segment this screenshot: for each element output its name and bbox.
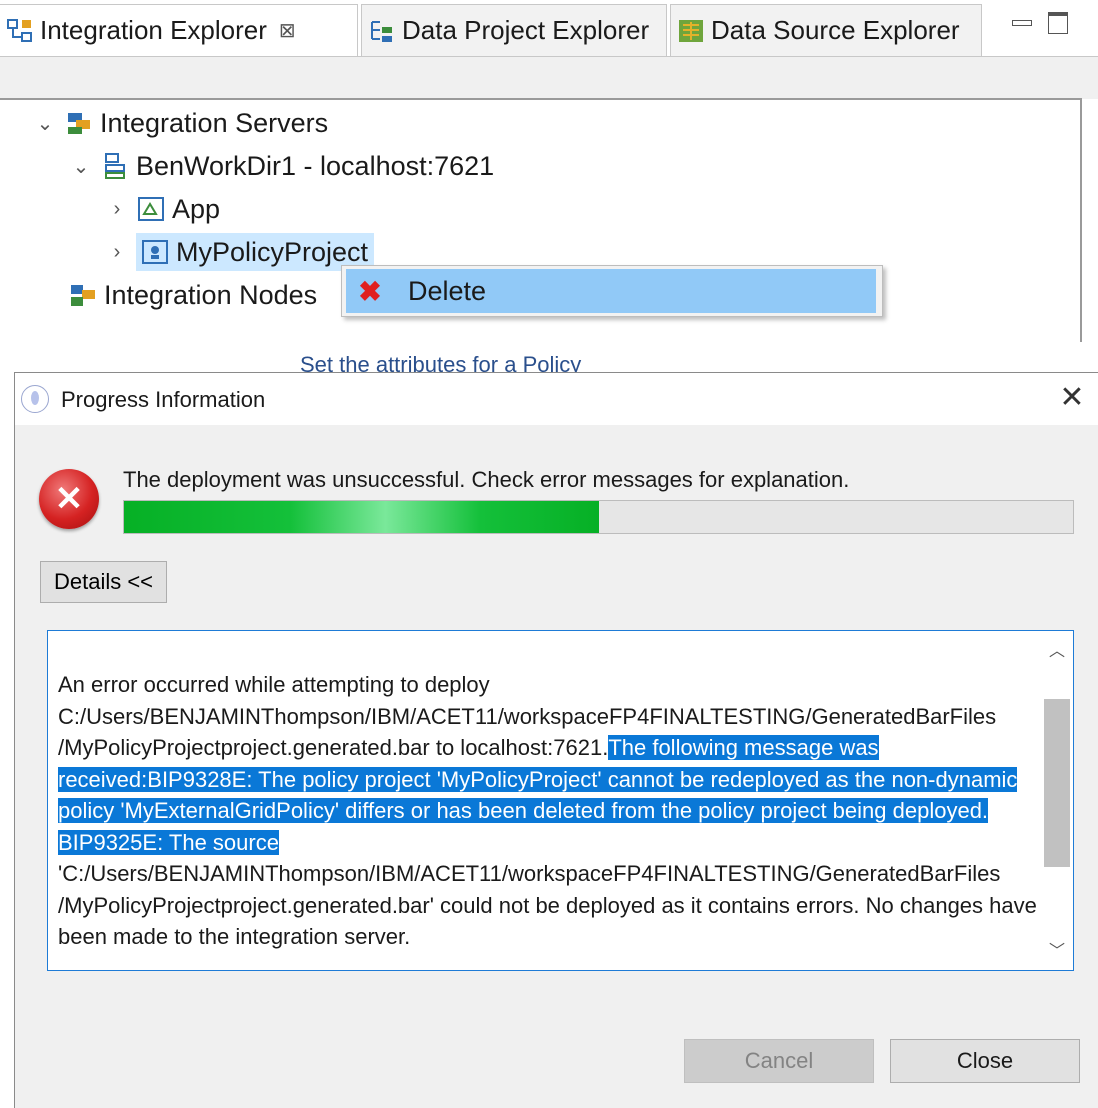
tree-node-label: Integration Nodes: [104, 279, 318, 310]
tree-node-app[interactable]: › App: [106, 190, 220, 228]
chevron-down-icon[interactable]: ⌄: [70, 154, 92, 179]
chevron-up-icon[interactable]: ︿: [1041, 637, 1073, 663]
tab-data-project-explorer[interactable]: Data Project Explorer: [361, 4, 667, 56]
data-project-explorer-icon: [371, 20, 392, 42]
context-menu: ✖ Delete: [341, 265, 883, 317]
details-toggle-button[interactable]: Details <<: [40, 561, 167, 603]
cancel-button[interactable]: Cancel: [684, 1039, 874, 1083]
status-message: The deployment was unsuccessful. Check e…: [123, 467, 850, 492]
progress-information-dialog: Progress Information ✕ The deployment wa…: [14, 372, 1098, 1108]
delete-icon: ✖: [358, 275, 382, 307]
error-icon: [39, 469, 99, 529]
dialog-title: Progress Information: [61, 387, 266, 412]
integration-explorer-icon: [7, 18, 32, 42]
chevron-right-icon[interactable]: ›: [106, 241, 128, 264]
tab-close-icon[interactable]: ⊠: [279, 18, 296, 43]
error-details-text[interactable]: An error occurred while attempting to de…: [58, 669, 1043, 953]
tree-node-label: BenWorkDir1 - localhost:7621: [136, 150, 495, 181]
tab-data-source-explorer[interactable]: Data Source Explorer: [670, 4, 982, 56]
view-window-controls: [1000, 10, 1098, 40]
tree-node-label: App: [172, 193, 221, 224]
chevron-right-icon[interactable]: ›: [106, 198, 128, 221]
application-icon: [138, 197, 164, 221]
view-tab-bar: Integration Explorer ⊠ Data Project Expl…: [0, 0, 1098, 56]
integration-explorer-panel: Integration Explorer ⊠ Data Project Expl…: [0, 0, 1098, 342]
progress-fill: [124, 501, 599, 533]
maximize-icon[interactable]: [1048, 12, 1068, 34]
progress-bar: [123, 500, 1074, 534]
tab-label: Data Project Explorer: [402, 15, 650, 45]
tree-node-label: MyPolicyProject: [176, 236, 369, 267]
policy-project-icon: [142, 240, 168, 264]
integration-nodes-icon: [71, 285, 95, 306]
chevron-down-icon[interactable]: ﹀: [1041, 937, 1073, 963]
vertical-scrollbar[interactable]: ︿ ﹀: [1041, 631, 1073, 969]
scrollbar-thumb[interactable]: [1044, 699, 1070, 867]
app-icon: [21, 385, 49, 413]
tree-node-integration-nodes[interactable]: Integration Nodes: [68, 276, 317, 314]
chevron-down-icon[interactable]: ⌄: [34, 111, 56, 136]
tree-node-integration-server[interactable]: ⌄ BenWorkDir1 - localhost:7621: [70, 147, 495, 185]
tab-label: Data Source Explorer: [711, 15, 960, 45]
menu-item-delete[interactable]: ✖ Delete: [346, 269, 876, 313]
close-button[interactable]: Close: [890, 1039, 1080, 1083]
view-toolbar: [0, 56, 1098, 99]
tree-node-label: Integration Servers: [100, 107, 329, 138]
tab-integration-explorer[interactable]: Integration Explorer ⊠: [0, 4, 358, 56]
tab-label: Integration Explorer: [40, 15, 267, 45]
minimize-icon[interactable]: [1012, 20, 1032, 26]
selected-tree-item[interactable]: MyPolicyProject: [136, 233, 375, 271]
tree-node-policy-project[interactable]: › MyPolicyProject: [106, 233, 375, 271]
menu-item-label: Delete: [408, 275, 487, 306]
dialog-title-bar: Progress Information ✕: [15, 373, 1098, 425]
background-link-text: Set the attributes for a Policy: [300, 342, 700, 372]
details-text-post: 'C:/Users/BENJAMINThompson/IBM/ACET11/wo…: [58, 861, 1037, 949]
data-source-explorer-icon: [679, 19, 703, 42]
tree-node-integration-servers[interactable]: ⌄ Integration Servers: [34, 104, 329, 142]
close-icon[interactable]: ✕: [1055, 379, 1089, 417]
integration-server-icon: [105, 153, 125, 179]
details-text-area[interactable]: An error occurred while attempting to de…: [47, 630, 1074, 971]
background-text: Set the attributes for a Policy: [300, 352, 582, 372]
integration-servers-icon: [68, 113, 90, 134]
